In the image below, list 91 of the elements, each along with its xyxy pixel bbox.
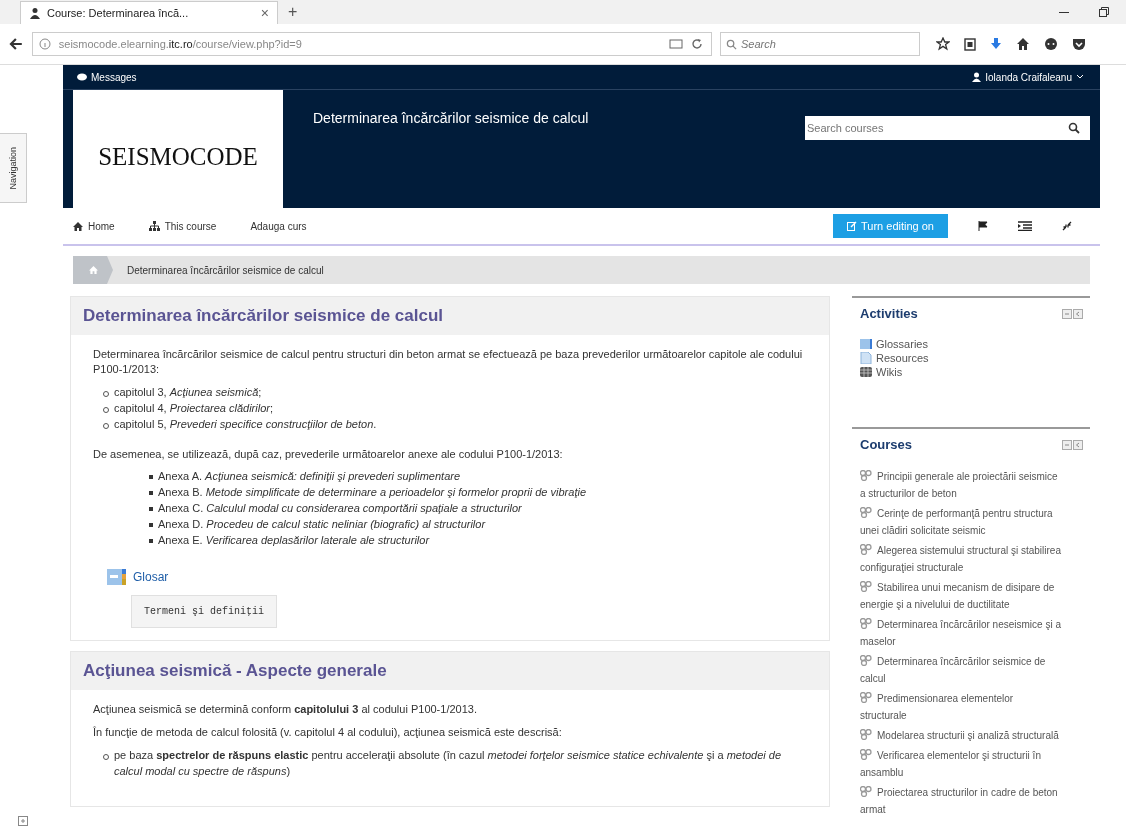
edit-icon <box>847 221 857 231</box>
bullet-icon <box>149 491 153 496</box>
person-icon <box>29 7 41 19</box>
back-icon[interactable] <box>8 36 24 52</box>
paragraph: Determinarea încărcărilor seismice de calcul pentru structuri din beton armat se efectuează pe baza prevederilor următoarelor capitole ale codului P100-1/2013: <box>93 347 804 377</box>
list-item: capitolul 3, Acţiunea seismică; <box>114 384 262 400</box>
course-title: Determinarea încărcărilor seismice de calcul <box>312 109 590 128</box>
reader-icon[interactable] <box>669 38 683 50</box>
chat-icon <box>77 72 87 82</box>
section-title: Determinarea încărcărilor seismice de calcul <box>83 306 444 325</box>
course-link[interactable]: Verificarea elementelor şi structurii în ansamblu <box>860 747 1062 781</box>
home-icon <box>88 266 98 274</box>
new-tab-button[interactable]: + <box>288 3 298 21</box>
search-icon[interactable] <box>1068 122 1080 134</box>
user-menu[interactable]: Iolanda Craifaleanu <box>972 71 1084 83</box>
chat-icon[interactable] <box>1044 37 1058 51</box>
course-icon <box>860 618 872 629</box>
sitemap-icon <box>148 221 160 231</box>
paragraph: Acţiunea seismică se determină conform capitolului 3 al codului P100-1/2013. <box>93 702 478 717</box>
course-link[interactable]: Determinarea încărcărilor seismice de calcul <box>860 653 1062 687</box>
search-icon <box>726 39 737 50</box>
block-title: Activities <box>860 306 918 321</box>
list-item: Anexa B. Metode simplificate de determinare a perioadelor şi formelor proprii de vibraţie <box>158 485 586 501</box>
bullet-icon <box>149 507 153 512</box>
paragraph: De asemenea, se utilizează, după caz, prevederile următoarelor anexe ale codului P100-1/2013: <box>93 446 564 462</box>
home-icon[interactable] <box>1016 37 1030 51</box>
list-item: capitolul 5, Prevederi specifice construcţiilor de beton. <box>114 416 377 432</box>
address-field[interactable]: seismocode.elearning.itc.ro/course/view.php?id=9 <box>31 32 712 56</box>
bullet-icon <box>149 539 153 544</box>
activity-link[interactable]: Wikis <box>876 365 903 379</box>
tab-title: Course: Determinarea încă... <box>47 7 190 19</box>
site-logo[interactable]: SEISMOCODE <box>73 90 283 208</box>
reload-icon[interactable] <box>691 38 703 50</box>
list-item: Anexa A. Acţiunea seismică: definiţii şi prevederi suplimentare <box>158 469 461 485</box>
star-icon[interactable] <box>936 37 950 51</box>
activity-link[interactable]: Resources <box>876 351 929 365</box>
navigation-tab[interactable]: Navigation <box>0 133 27 203</box>
dock-icon[interactable] <box>18 816 28 826</box>
block-title: Courses <box>860 437 913 452</box>
restore-icon[interactable] <box>1098 6 1110 18</box>
list-icon[interactable] <box>1018 221 1032 231</box>
pocket-icon[interactable] <box>1072 37 1086 51</box>
bullet-icon <box>149 475 153 480</box>
wiki-icon <box>860 366 872 378</box>
course-icon <box>860 581 872 592</box>
browser-search-field[interactable]: Search <box>720 32 920 56</box>
activity-link[interactable]: Glossaries <box>876 337 928 351</box>
info-icon <box>38 38 51 50</box>
flag-icon[interactable] <box>978 221 988 231</box>
list-item: pe baza spectrelor de răspuns elastic pentru acceleraţii absolute (în cazul metodei forţelor seismice statice echivalente şi a metodei de calcul modal cu spectre de răspuns) <box>114 747 783 779</box>
nav-link[interactable]: This course <box>148 220 217 232</box>
course-link[interactable]: Predimensionarea elementelor structurale <box>860 690 1062 724</box>
clipboard-icon[interactable] <box>964 37 976 51</box>
course-icon <box>860 786 872 797</box>
breadcrumb-link[interactable]: Determinarea încărcărilor seismice de calcul <box>113 264 324 276</box>
course-link[interactable]: Proiectarea structurilor in cadre de beton armat <box>860 784 1062 818</box>
download-icon[interactable] <box>990 37 1002 51</box>
list-item: capitolul 4, Proiectarea clădirilor; <box>114 400 273 416</box>
course-link[interactable]: Modelarea structurii şi analiză structurală <box>860 727 1062 744</box>
chevron-down-icon <box>1076 74 1084 80</box>
course-icon <box>860 507 872 518</box>
course-icon <box>860 655 872 666</box>
glossary-description: Termeni şi definiţii <box>131 595 278 629</box>
home-icon <box>73 221 83 231</box>
course-link[interactable]: Determinarea încărcărilor neseismice şi a maselor <box>860 616 1062 650</box>
bullet-icon <box>149 523 153 528</box>
nav-link[interactable]: Adauga curs <box>250 220 307 232</box>
messages-link[interactable]: Messages <box>77 71 137 83</box>
list-item: Anexa C. Calculul modal cu considerarea comportării spaţiale a structurilor <box>158 501 522 517</box>
list-item: Anexa D. Procedeu de calcul static neliniar (biografic) al structurilor <box>158 517 486 533</box>
glossary-icon <box>107 567 127 588</box>
course-icon <box>860 729 872 740</box>
document-icon <box>860 352 872 364</box>
course-link[interactable]: Alegerea sistemului structural şi stabilirea configuraţiei structurale <box>860 542 1062 576</box>
nav-link[interactable]: Home <box>73 220 115 232</box>
course-search-field[interactable]: Search courses <box>805 116 1090 140</box>
close-button[interactable]: × <box>260 5 269 21</box>
course-link[interactable]: Cerinţe de performanţă pentru structura unei clădiri solicitate seismic <box>860 505 1062 539</box>
course-icon <box>860 749 872 760</box>
section-title: Acţiunea seismică - Aspecte generale <box>83 661 387 681</box>
course-link[interactable]: Principii generale ale proiectării seismice a structurilor de beton <box>860 468 1062 502</box>
user-icon <box>972 72 982 82</box>
glossary-link[interactable]: Glosar <box>133 570 169 585</box>
course-icon <box>860 544 872 555</box>
course-link[interactable]: Stabilirea unui mecanism de disipare de energie şi a nivelului de ductilitate <box>860 579 1062 613</box>
list-item: Anexa E. Verificarea deplasărilor laterale ale structurilor <box>158 533 430 549</box>
paragraph: În funcţie de metoda de calcul folosită (v. capitolul 4 al codului), acţiunea seismică este descrisă: <box>93 724 563 740</box>
browser-tab[interactable]: Course: Determinarea încă... × <box>20 1 278 24</box>
glossary-icon <box>860 338 872 350</box>
course-icon <box>860 470 872 481</box>
course-icon <box>860 692 872 703</box>
